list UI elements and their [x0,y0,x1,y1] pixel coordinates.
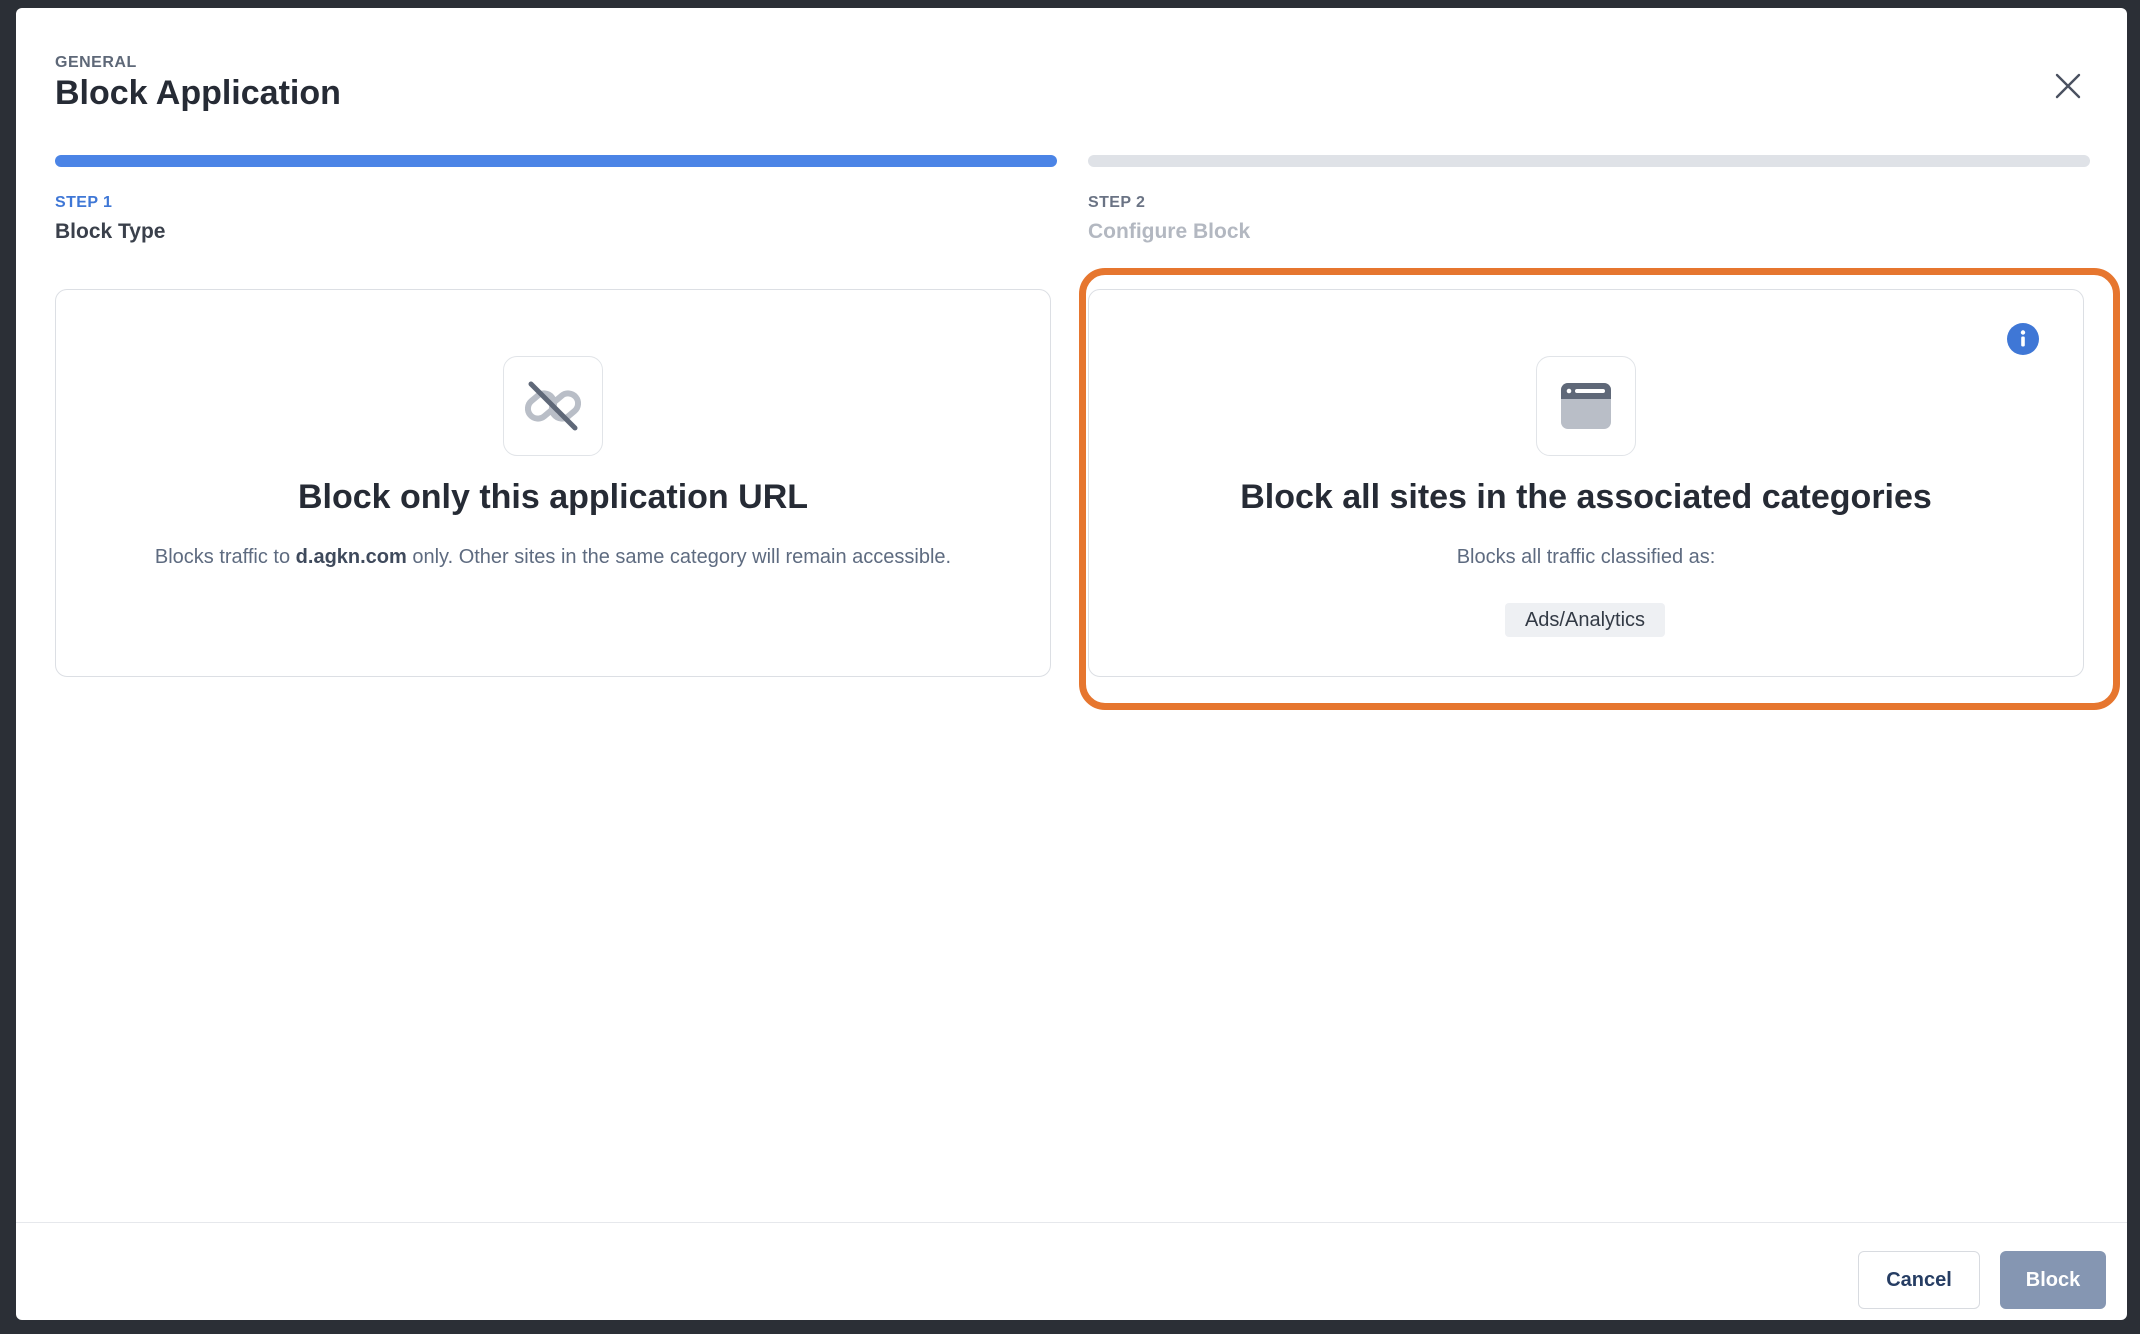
modal-eyebrow: GENERAL [55,54,137,71]
category-tag: Ads/Analytics [1505,603,1665,637]
unlink-icon [524,381,582,431]
step-2-progress-bar [1088,155,2090,167]
close-icon [2055,73,2081,99]
option-card-url-only[interactable]: Block only this application URL Blocks t… [55,289,1051,677]
step-2-number: STEP 2 [1088,194,1146,211]
cancel-button[interactable]: Cancel [1858,1251,1980,1309]
option-description: Blocks all traffic classified as: [1456,546,1716,568]
description-prefix: Blocks traffic to [154,546,296,568]
info-icon[interactable] [2007,323,2039,355]
browser-window-icon [1561,383,1611,429]
modal-title: Block Application [55,74,341,112]
step-1-label: Block Type [55,220,166,243]
step-1-progress-bar [55,155,1057,167]
step-1-number: STEP 1 [55,194,113,211]
option-icon-container [503,356,603,456]
block-application-modal: GENERAL Block Application STEP 1 Block T… [16,8,2127,1320]
option-description: Blocks traffic to d.agkn.com only. Other… [56,546,1050,569]
step-2-label: Configure Block [1088,220,1251,243]
option-card-category[interactable]: Block all sites in the associated catego… [1088,289,2084,677]
option-title: Block only this application URL [297,478,809,516]
application-domain: d.agkn.com [295,546,407,568]
option-title: Block all sites in the associated catego… [1240,478,1932,516]
description-suffix: only. Other sites in the same category w… [406,546,952,568]
footer-divider [16,1222,2127,1223]
option-icon-container [1536,356,1636,456]
block-button[interactable]: Block [2000,1251,2106,1309]
close-button[interactable] [2046,64,2090,108]
